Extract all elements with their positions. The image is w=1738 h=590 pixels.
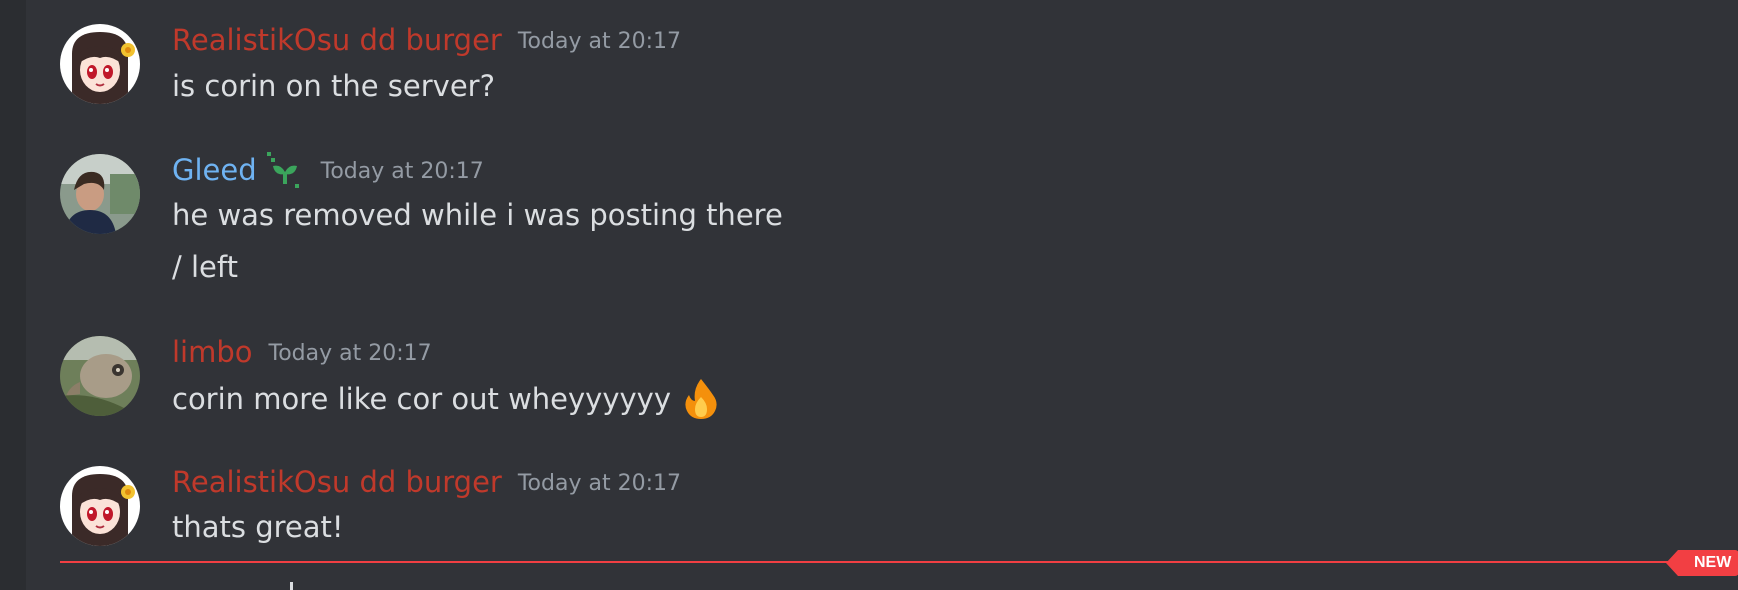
message-timestamp[interactable]: Today at 20:17 <box>321 148 484 192</box>
anime-girl-avatar-icon <box>60 24 140 104</box>
user-avatar[interactable] <box>60 24 140 104</box>
message-timestamp[interactable]: Today at 20:17 <box>518 460 681 504</box>
new-messages-divider <box>60 561 1680 563</box>
user-avatar[interactable] <box>60 336 140 416</box>
next-message-fragment <box>290 582 293 590</box>
message-timestamp[interactable]: Today at 20:17 <box>518 18 681 62</box>
message-text: corin more like cor out wheyyyyyy <box>172 382 671 416</box>
user-avatar[interactable] <box>60 466 140 546</box>
fire-emoji-icon[interactable] <box>679 377 723 421</box>
message-text: he was removed while i was posting there <box>172 198 783 232</box>
anime-girl-avatar-icon <box>60 466 140 546</box>
message-text-row: corin more like cor out wheyyyyyy <box>172 377 723 421</box>
message-text: / left <box>172 250 238 284</box>
author-name[interactable]: Gleed <box>172 150 257 190</box>
author-name[interactable]: RealistikOsu dd burger <box>172 20 502 60</box>
person-photo-avatar-icon <box>60 154 140 234</box>
author-name[interactable]: RealistikOsu dd burger <box>172 462 502 502</box>
chat-viewport: RealistikOsu dd burger Today at 20:17 is… <box>0 0 1738 590</box>
user-avatar[interactable] <box>60 154 140 234</box>
new-messages-badge: NEW <box>1665 550 1738 576</box>
message-timestamp[interactable]: Today at 20:17 <box>269 330 432 374</box>
ostrich-photo-avatar-icon <box>60 336 140 416</box>
author-name[interactable]: limbo <box>172 332 253 372</box>
sprout-badge-icon[interactable] <box>265 150 305 190</box>
message-text: is corin on the server? <box>172 69 495 103</box>
server-list-edge <box>0 0 26 590</box>
message-text: thats great! <box>172 510 344 544</box>
